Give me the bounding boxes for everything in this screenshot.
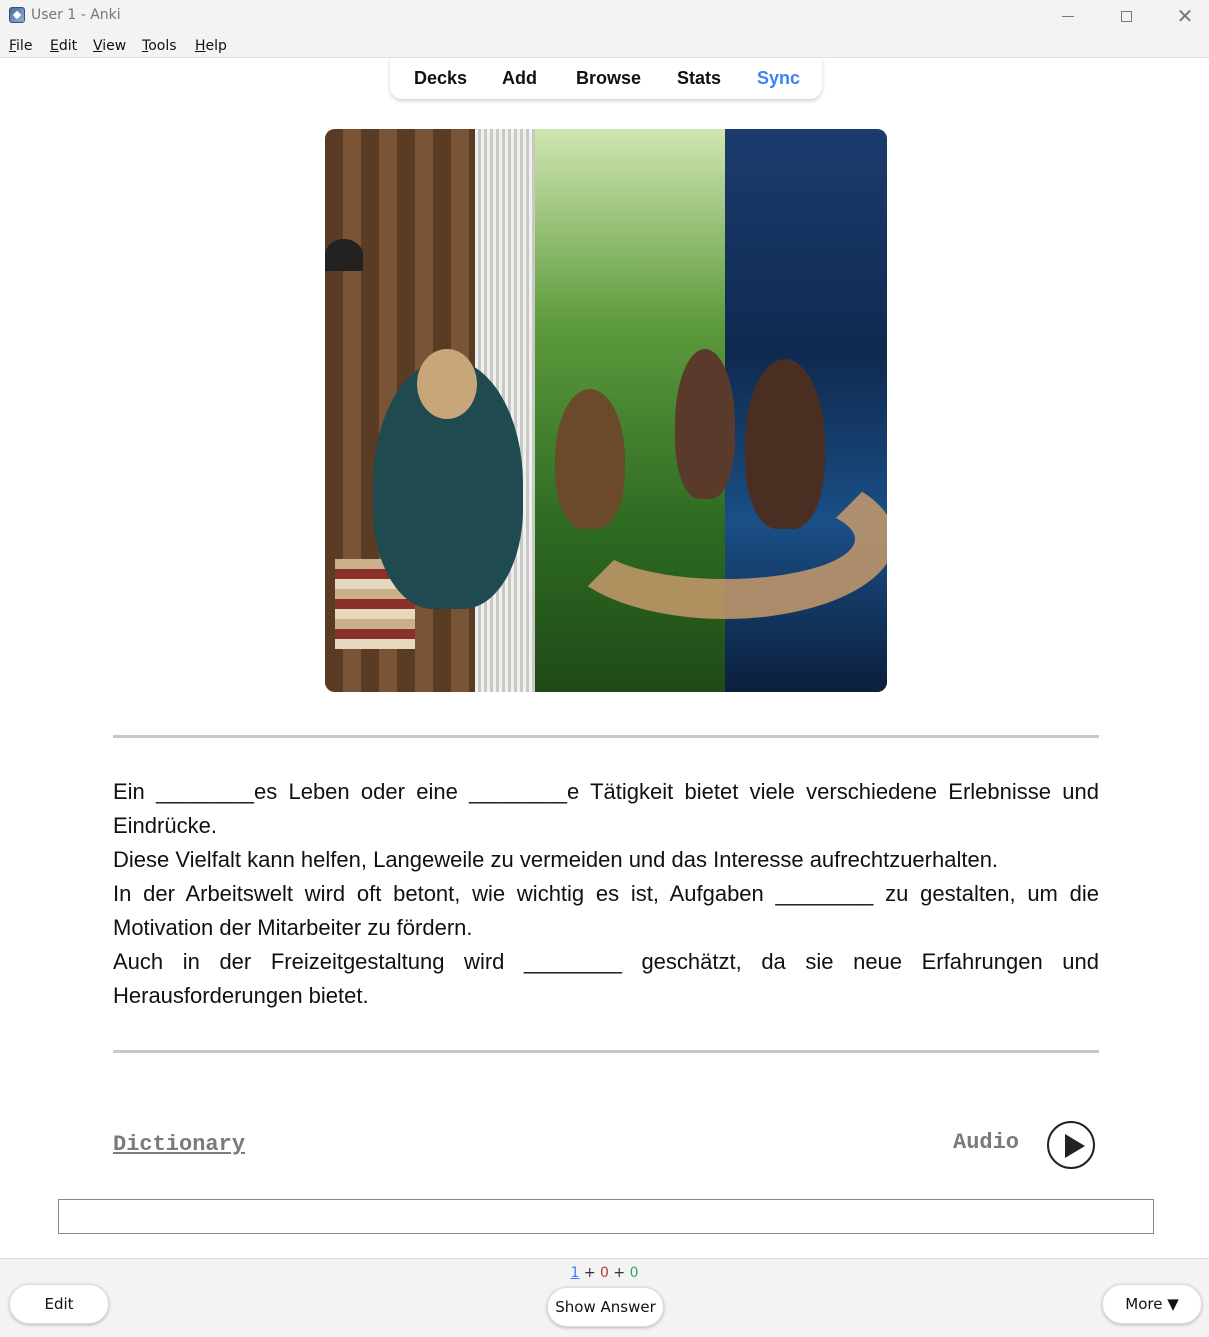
close-button[interactable]: ✕	[1162, 0, 1208, 32]
card-sentence: Diese Vielfalt kann helfen, Langeweile z…	[113, 847, 999, 872]
menu-file[interactable]: File	[9, 38, 32, 54]
maximize-icon	[1120, 10, 1132, 22]
minimize-button[interactable]	[1045, 0, 1091, 32]
play-audio-icon[interactable]	[1047, 1121, 1095, 1169]
menu-bar: File Edit View Tools Help	[0, 32, 1209, 58]
toolbar-stats[interactable]: Stats	[677, 68, 721, 89]
close-icon: ✕	[1176, 4, 1194, 28]
type-answer-input[interactable]	[58, 1199, 1154, 1234]
anki-app-icon	[9, 7, 25, 23]
menu-view[interactable]: View	[93, 38, 126, 54]
menu-edit[interactable]: Edit	[50, 38, 77, 54]
maximize-button[interactable]	[1103, 0, 1149, 32]
show-answer-button[interactable]: Show Answer	[547, 1287, 664, 1327]
window-title: User 1 - Anki	[31, 7, 121, 23]
count-learn: 0	[600, 1265, 609, 1281]
count-new: 1	[570, 1265, 580, 1281]
count-separator: +	[583, 1265, 596, 1281]
count-separator: +	[613, 1265, 626, 1281]
card-sentence: In der Arbeitswelt wird oft betont, wie …	[113, 881, 1099, 940]
toolbar-add[interactable]: Add	[502, 68, 537, 89]
card-illustration	[325, 129, 887, 692]
more-button[interactable]: More ▼	[1102, 1284, 1202, 1324]
count-review: 0	[629, 1265, 639, 1281]
menu-help[interactable]: Help	[195, 38, 227, 54]
toolbar-sync[interactable]: Sync	[757, 68, 800, 89]
due-counts: 1 + 0 + 0	[0, 1265, 1209, 1281]
dictionary-link[interactable]: Dictionary	[113, 1132, 245, 1157]
card-sentence: Auch in der Freizeitgestaltung wird ____…	[113, 949, 1099, 1008]
edit-button[interactable]: Edit	[9, 1284, 109, 1324]
menu-tools[interactable]: Tools	[142, 38, 177, 54]
main-toolbar: Decks Add Browse Stats Sync	[390, 58, 822, 99]
toolbar-browse[interactable]: Browse	[576, 68, 641, 89]
minimize-icon	[1062, 15, 1074, 17]
card-sentence: Ein ________es Leben oder eine ________e…	[113, 779, 1099, 838]
title-bar: User 1 - Anki ✕	[0, 0, 1209, 32]
toolbar-decks[interactable]: Decks	[414, 68, 467, 89]
review-bottom-bar: 1 + 0 + 0 Edit Show Answer More ▼	[0, 1258, 1209, 1337]
divider-top	[113, 735, 1099, 738]
audio-label: Audio	[953, 1130, 1020, 1155]
card-front-text: Ein ________es Leben oder eine ________e…	[113, 775, 1099, 1013]
divider-bottom	[113, 1050, 1099, 1053]
